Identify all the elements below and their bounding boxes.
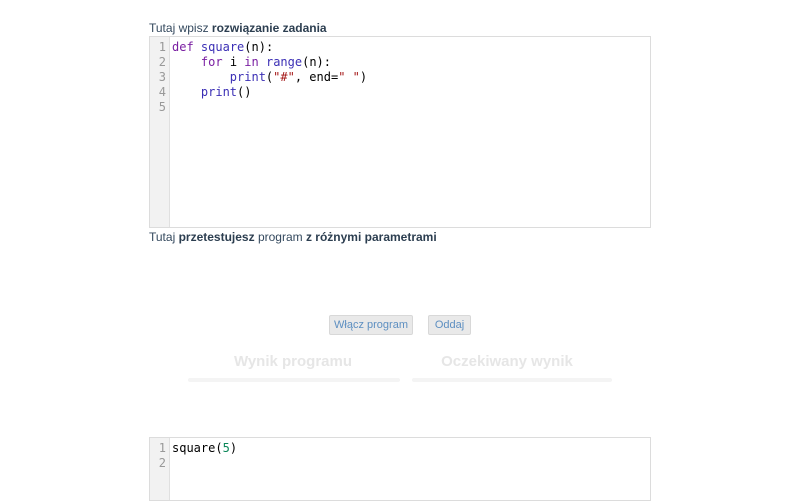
- line-number: 4: [158, 85, 166, 99]
- code-line-2: for i in range(n):: [172, 55, 646, 70]
- expected-output-divider: [412, 378, 612, 382]
- code-token: ): [359, 70, 368, 84]
- test-label-bold: z różnymi parametrami: [305, 230, 437, 244]
- code-token: square(: [172, 441, 223, 455]
- code-token: "#": [273, 70, 295, 84]
- code-token: 5: [222, 441, 230, 455]
- submit-button[interactable]: Oddaj: [428, 315, 471, 335]
- solution-label: Tutaj wpisz rozwiązanie zadania: [149, 21, 651, 35]
- code-token: square: [200, 40, 245, 54]
- code-token: i: [222, 55, 245, 69]
- test-label-text: Tutaj: [149, 230, 179, 244]
- solution-code-editor[interactable]: 1 2 3 4 5 def square(n): for i in range(…: [149, 36, 651, 228]
- program-output-heading: Wynik programu: [233, 353, 353, 370]
- code-token: def: [172, 40, 194, 54]
- line-number: 2: [158, 55, 166, 69]
- solution-label-bold: rozwiązanie zadania: [211, 21, 327, 35]
- line-number: 3: [158, 70, 166, 84]
- test-gutter: 1 2: [150, 438, 170, 500]
- expected-output-heading: Oczekiwany wynik: [441, 353, 573, 370]
- code-token: print: [229, 70, 266, 84]
- code-line-3: print("#", end=" "): [172, 70, 646, 85]
- test-label-bold: przetestujesz: [178, 230, 255, 244]
- code-token: print: [200, 85, 238, 99]
- solution-gutter: 1 2 3 4 5: [150, 37, 170, 227]
- program-output-divider: [188, 378, 400, 382]
- code-token: , end=: [294, 70, 339, 84]
- code-token: (n):: [302, 55, 331, 69]
- solution-label-text: Tutaj wpisz: [149, 21, 212, 35]
- line-number: 2: [158, 456, 166, 470]
- code-token: (n):: [244, 40, 274, 54]
- line-number: 1: [158, 441, 166, 455]
- test-label: Tutaj przetestujesz program z różnymi pa…: [149, 230, 651, 244]
- code-token: range: [265, 55, 303, 69]
- line-number: 1: [158, 40, 166, 54]
- code-token: in: [244, 55, 259, 69]
- code-token: " ": [338, 70, 360, 84]
- line-number: 5: [158, 100, 166, 114]
- run-program-button[interactable]: Włącz program: [329, 315, 413, 335]
- code-token: for: [200, 55, 223, 69]
- test-label-text: program: [254, 230, 306, 244]
- test-code-editor[interactable]: 1 2 square(5): [149, 437, 651, 501]
- code-token: (): [237, 85, 252, 99]
- test-code-line-1: square(5): [172, 441, 646, 456]
- code-line-1: def square(n):: [172, 40, 646, 55]
- code-token: ): [229, 441, 238, 455]
- code-line-4: print(): [172, 85, 646, 100]
